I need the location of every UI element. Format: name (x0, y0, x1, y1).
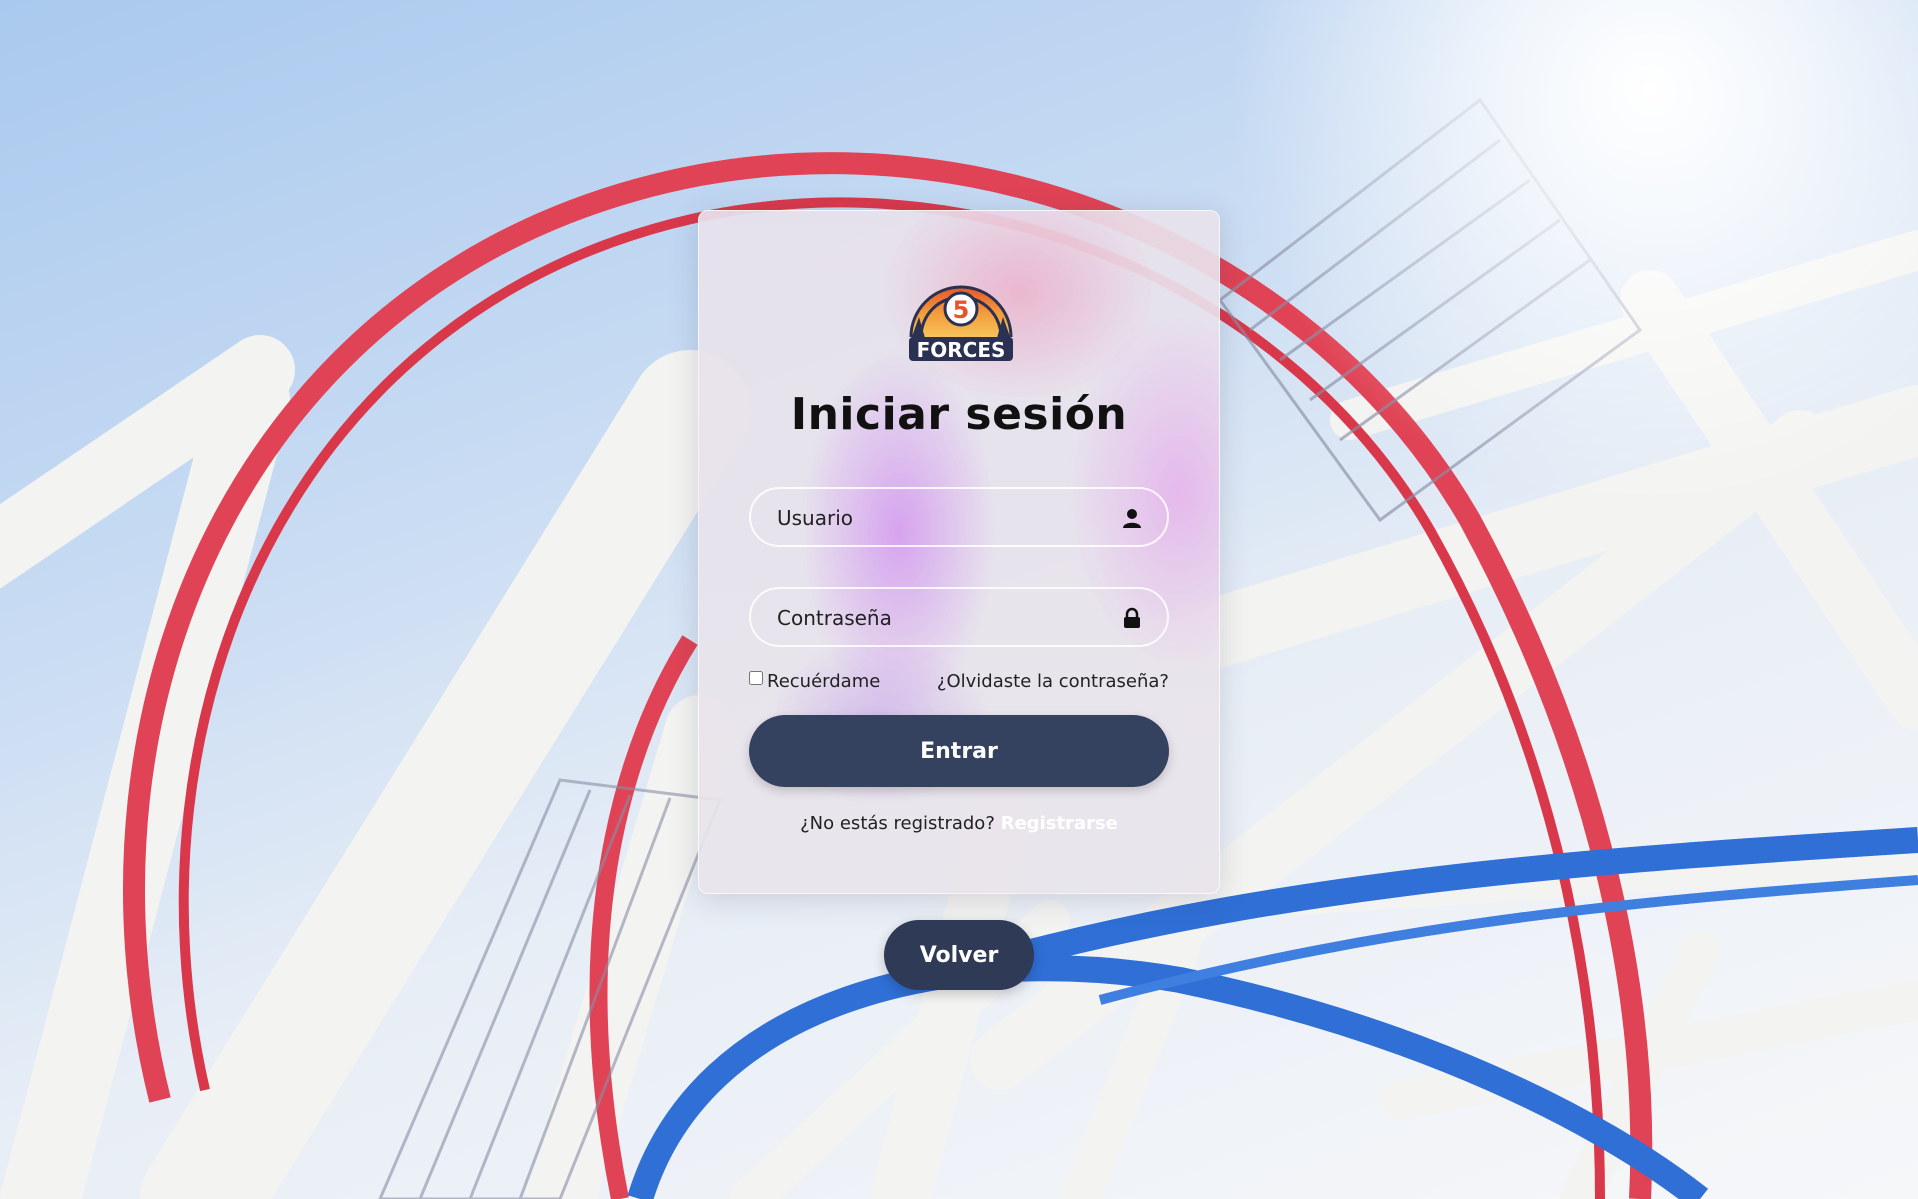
login-card: 5 FORCES Iniciar sesión Recuérdame ¿Olvi… (698, 210, 1220, 894)
forgot-password-link[interactable]: ¿Olvidaste la contraseña? (937, 671, 1169, 692)
page-title: Iniciar sesión (790, 389, 1128, 440)
login-button[interactable]: Entrar (749, 715, 1169, 787)
forces-logo: 5 FORCES (909, 285, 1013, 362)
username-field[interactable] (749, 487, 1169, 547)
options-row: Recuérdame ¿Olvidaste la contraseña? (749, 669, 1169, 697)
remember-checkbox[interactable] (749, 671, 763, 685)
not-registered-text: ¿No estás registrado? (800, 813, 995, 834)
back-button[interactable]: Volver (884, 920, 1034, 990)
register-line: ¿No estás registrado? Registrarse (699, 813, 1219, 834)
user-icon (1123, 509, 1141, 528)
svg-text:FORCES: FORCES (917, 338, 1006, 362)
remember-label[interactable]: Recuérdame (767, 671, 880, 692)
password-field[interactable] (749, 587, 1169, 647)
lock-icon (1124, 607, 1140, 628)
password-input[interactable] (775, 589, 1099, 647)
register-link[interactable]: Registrarse (1001, 813, 1118, 834)
username-input[interactable] (775, 489, 1099, 547)
svg-text:5: 5 (953, 296, 970, 324)
page: 5 FORCES Iniciar sesión Recuérdame ¿Olvi… (0, 0, 1918, 1199)
